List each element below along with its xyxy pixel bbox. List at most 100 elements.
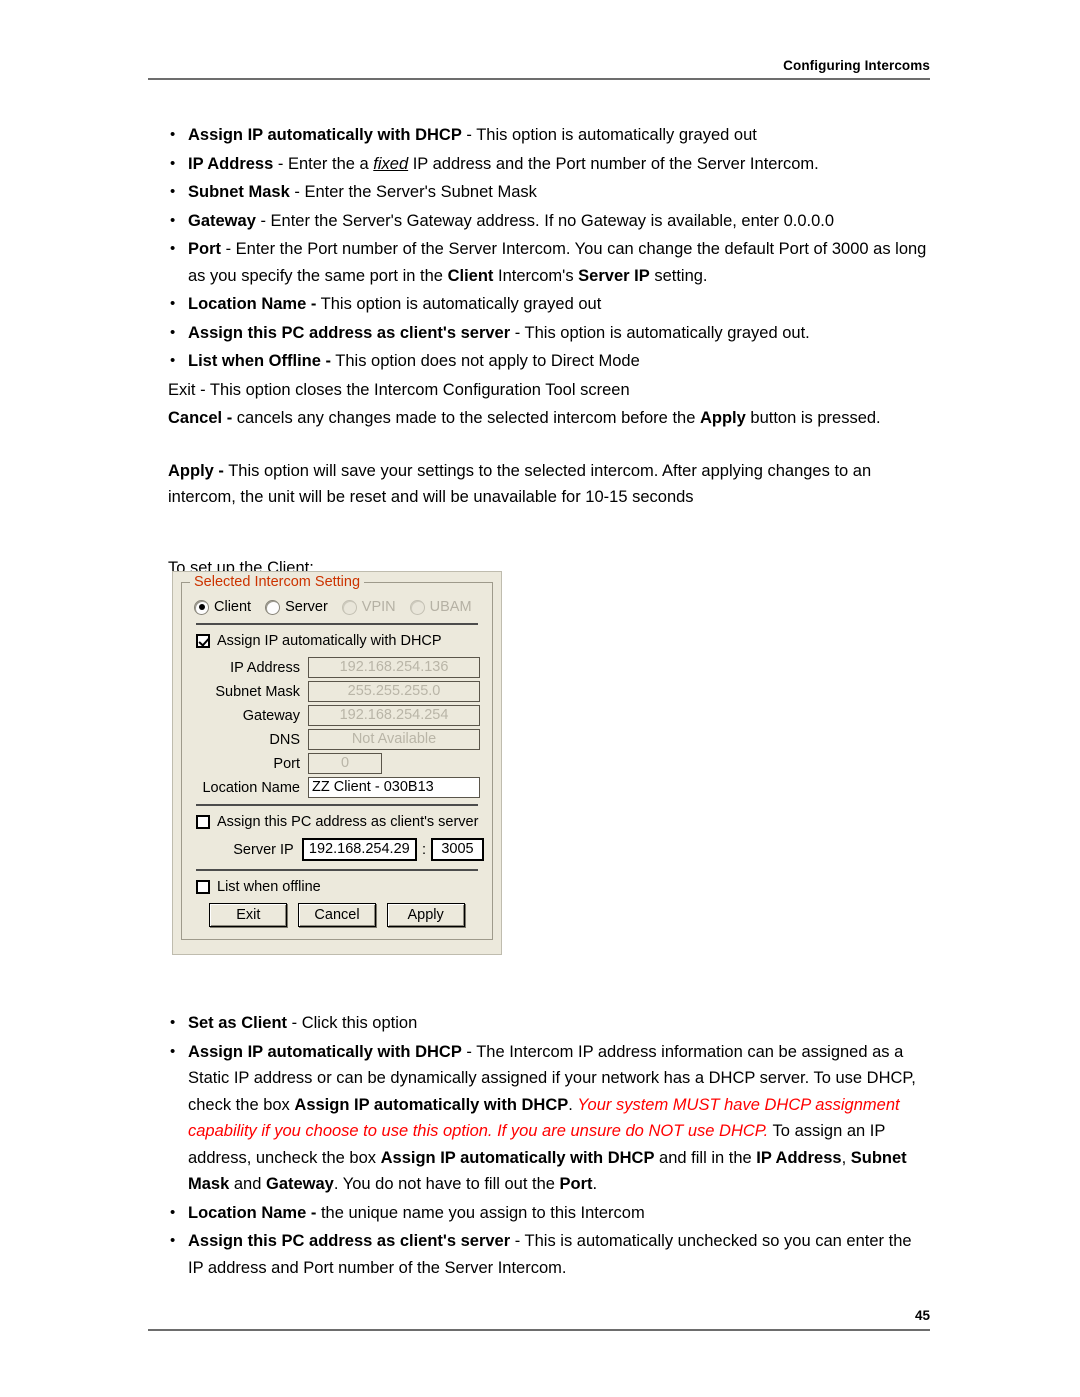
bullet-assign-ip-dhcp: • Assign IP automatically with DHCP - Th…: [168, 122, 928, 149]
bullet-set-as-client: • Set as Client - Click this option: [168, 1010, 928, 1037]
checkbox-list-when-offline[interactable]: List when offline: [196, 879, 484, 895]
paragraph-bold-apply: Apply: [699, 409, 746, 427]
bullet-glyph: •: [170, 183, 176, 200]
bullet-text: - This option is automatically grayed ou…: [461, 126, 757, 144]
bullet-subnet-mask: • Subnet Mask - Enter the Server's Subne…: [168, 179, 928, 206]
bullet-port: • Port - Enter the Port number of the Se…: [168, 236, 928, 289]
radio-button-icon[interactable]: [265, 599, 281, 615]
server-ip-label: Server IP: [233, 841, 294, 858]
bullet-text-pre: - Enter the a: [273, 154, 374, 173]
checkbox-assign-ip-dhcp[interactable]: Assign IP automatically with DHCP: [196, 633, 484, 649]
bullet-gateway: • Gateway - Enter the Server's Gateway a…: [168, 208, 928, 235]
bullet-glyph: •: [170, 1014, 176, 1031]
checkbox-icon[interactable]: [196, 815, 210, 829]
subnet-mask-input: 255.255.255.0: [308, 681, 480, 702]
radio-option-vpin: VPIN: [341, 599, 396, 615]
bullet-text: This option is automatically grayed out: [316, 295, 602, 313]
checkbox-label: Assign this PC address as client's serve…: [217, 814, 479, 830]
bullet-glyph: •: [170, 1203, 176, 1221]
radio-button-icon[interactable]: [194, 599, 209, 615]
paragraph-term: Apply -: [168, 461, 224, 480]
bullet-text-mid: Intercom's: [493, 266, 579, 285]
bullet-bold-ip-address: IP Address: [756, 1148, 842, 1167]
paragraph-text-post: button is pressed.: [745, 409, 881, 427]
bullet-term: Location Name -: [188, 295, 317, 313]
bullet-glyph: •: [170, 154, 176, 172]
footer-divider: [148, 1329, 930, 1331]
bullet-emphasis: fixed: [373, 154, 409, 173]
checkbox-label: Assign IP automatically with DHCP: [217, 633, 442, 649]
bullet-glyph: •: [170, 323, 176, 341]
field-label: Location Name: [202, 779, 300, 796]
field-row-port: Port 0: [190, 753, 484, 774]
bullet-bold-dhcp-b: Assign IP automatically with DHCP: [380, 1148, 655, 1167]
intercom-configuration-dialog[interactable]: Selected Intercom Setting Client Server …: [172, 571, 502, 955]
groupbox-title: Selected Intercom Setting: [190, 574, 365, 590]
bullet-list-when-offline: • List when Offline - This option does n…: [168, 348, 928, 375]
bullet-term: Assign IP automatically with DHCP: [188, 126, 462, 144]
paragraph-text-pre: cancels any changes made to the selected…: [232, 409, 700, 427]
bullet-term: List when Offline -: [188, 352, 331, 370]
checkbox-label: List when offline: [217, 879, 321, 895]
server-port-input[interactable]: 3005: [430, 838, 484, 861]
field-row-location-name[interactable]: Location Name ZZ Client - 030B13: [190, 777, 484, 798]
ip-address-input: 192.168.254.136: [308, 657, 480, 678]
bullet-term: Assign this PC address as client's serve…: [188, 1232, 511, 1250]
field-label: DNS: [269, 731, 300, 748]
checkbox-icon[interactable]: [196, 880, 210, 894]
dns-input: Not Available: [308, 729, 480, 750]
bullet-text: - Enter the Server's Subnet Mask: [289, 183, 537, 201]
page-footer: 45: [148, 1308, 930, 1331]
bullet-text: - Click this option: [287, 1014, 418, 1032]
apply-button[interactable]: Apply: [386, 903, 465, 927]
field-label: Subnet Mask: [215, 683, 300, 700]
bullet-glyph: •: [170, 352, 176, 369]
bullet-seg6: and: [229, 1175, 266, 1193]
bullet-bold-serverip: Server IP: [578, 266, 650, 285]
paragraph-apply: Apply - This option will save your setti…: [168, 458, 928, 511]
field-row-gateway: Gateway 192.168.254.254: [190, 705, 484, 726]
bullet-term: Set as Client: [188, 1014, 288, 1032]
server-ip-input[interactable]: 192.168.254.29: [301, 838, 417, 861]
selected-intercom-setting-group: Selected Intercom Setting Client Server …: [181, 574, 493, 940]
radio-option-client[interactable]: Client: [194, 599, 251, 615]
server-ip-row: Server IP 192.168.254.29 : 3005: [190, 838, 484, 861]
field-label: IP Address: [230, 659, 300, 676]
bullet-text: - This option is automatically grayed ou…: [510, 323, 810, 342]
bullet-glyph: •: [170, 211, 176, 229]
group-divider-middle: [196, 804, 478, 806]
paragraph-cancel: Cancel - cancels any changes made to the…: [168, 405, 928, 432]
checkbox-icon[interactable]: [196, 634, 210, 648]
bullet-term: Assign IP automatically with DHCP: [188, 1042, 462, 1061]
header-title: Configuring Intercoms: [783, 58, 930, 73]
bullet-term: IP Address: [188, 154, 274, 173]
location-name-input[interactable]: ZZ Client - 030B13: [308, 777, 480, 798]
bullet-location-name-detail: • Location Name - the unique name you as…: [168, 1200, 928, 1227]
field-row-subnet-mask: Subnet Mask 255.255.255.0: [190, 681, 484, 702]
document-content: • Assign IP automatically with DHCP - Th…: [168, 122, 928, 581]
header-divider: [148, 78, 930, 80]
bullet-ip-address: • IP Address - Enter the a fixed IP addr…: [168, 151, 928, 178]
bullet-glyph: •: [170, 240, 176, 257]
checkbox-assign-pc-address[interactable]: Assign this PC address as client's serve…: [196, 814, 484, 830]
cancel-button[interactable]: Cancel: [297, 903, 376, 927]
bullet-glyph: •: [170, 295, 176, 312]
bullet-term: Assign this PC address as client's serve…: [188, 323, 511, 342]
document-page: Configuring Intercoms • Assign IP automa…: [0, 0, 1080, 1397]
bullet-assign-ip-dhcp-detail: • Assign IP automatically with DHCP - Th…: [168, 1039, 928, 1198]
bullet-text-post: setting.: [649, 266, 708, 285]
bullet-term: Port: [188, 240, 221, 258]
dialog-body: Selected Intercom Setting Client Server …: [172, 571, 502, 955]
bullet-term: Gateway: [188, 211, 256, 230]
bullet-text-post: IP address and the Port number of the Se…: [408, 154, 819, 173]
radio-option-server[interactable]: Server: [265, 599, 328, 615]
bullet-bold-client: Client: [447, 266, 494, 285]
radio-label: VPIN: [361, 599, 396, 615]
exit-button[interactable]: Exit: [209, 903, 288, 927]
bullet-glyph: •: [170, 1042, 176, 1060]
gateway-input: 192.168.254.254: [308, 705, 480, 726]
port-input: 0: [308, 753, 382, 774]
radio-option-ubam: UBAM: [409, 599, 472, 615]
intercom-type-radio-group: Client Server VPIN UBAM: [194, 599, 484, 615]
radio-button-icon: [341, 599, 357, 615]
